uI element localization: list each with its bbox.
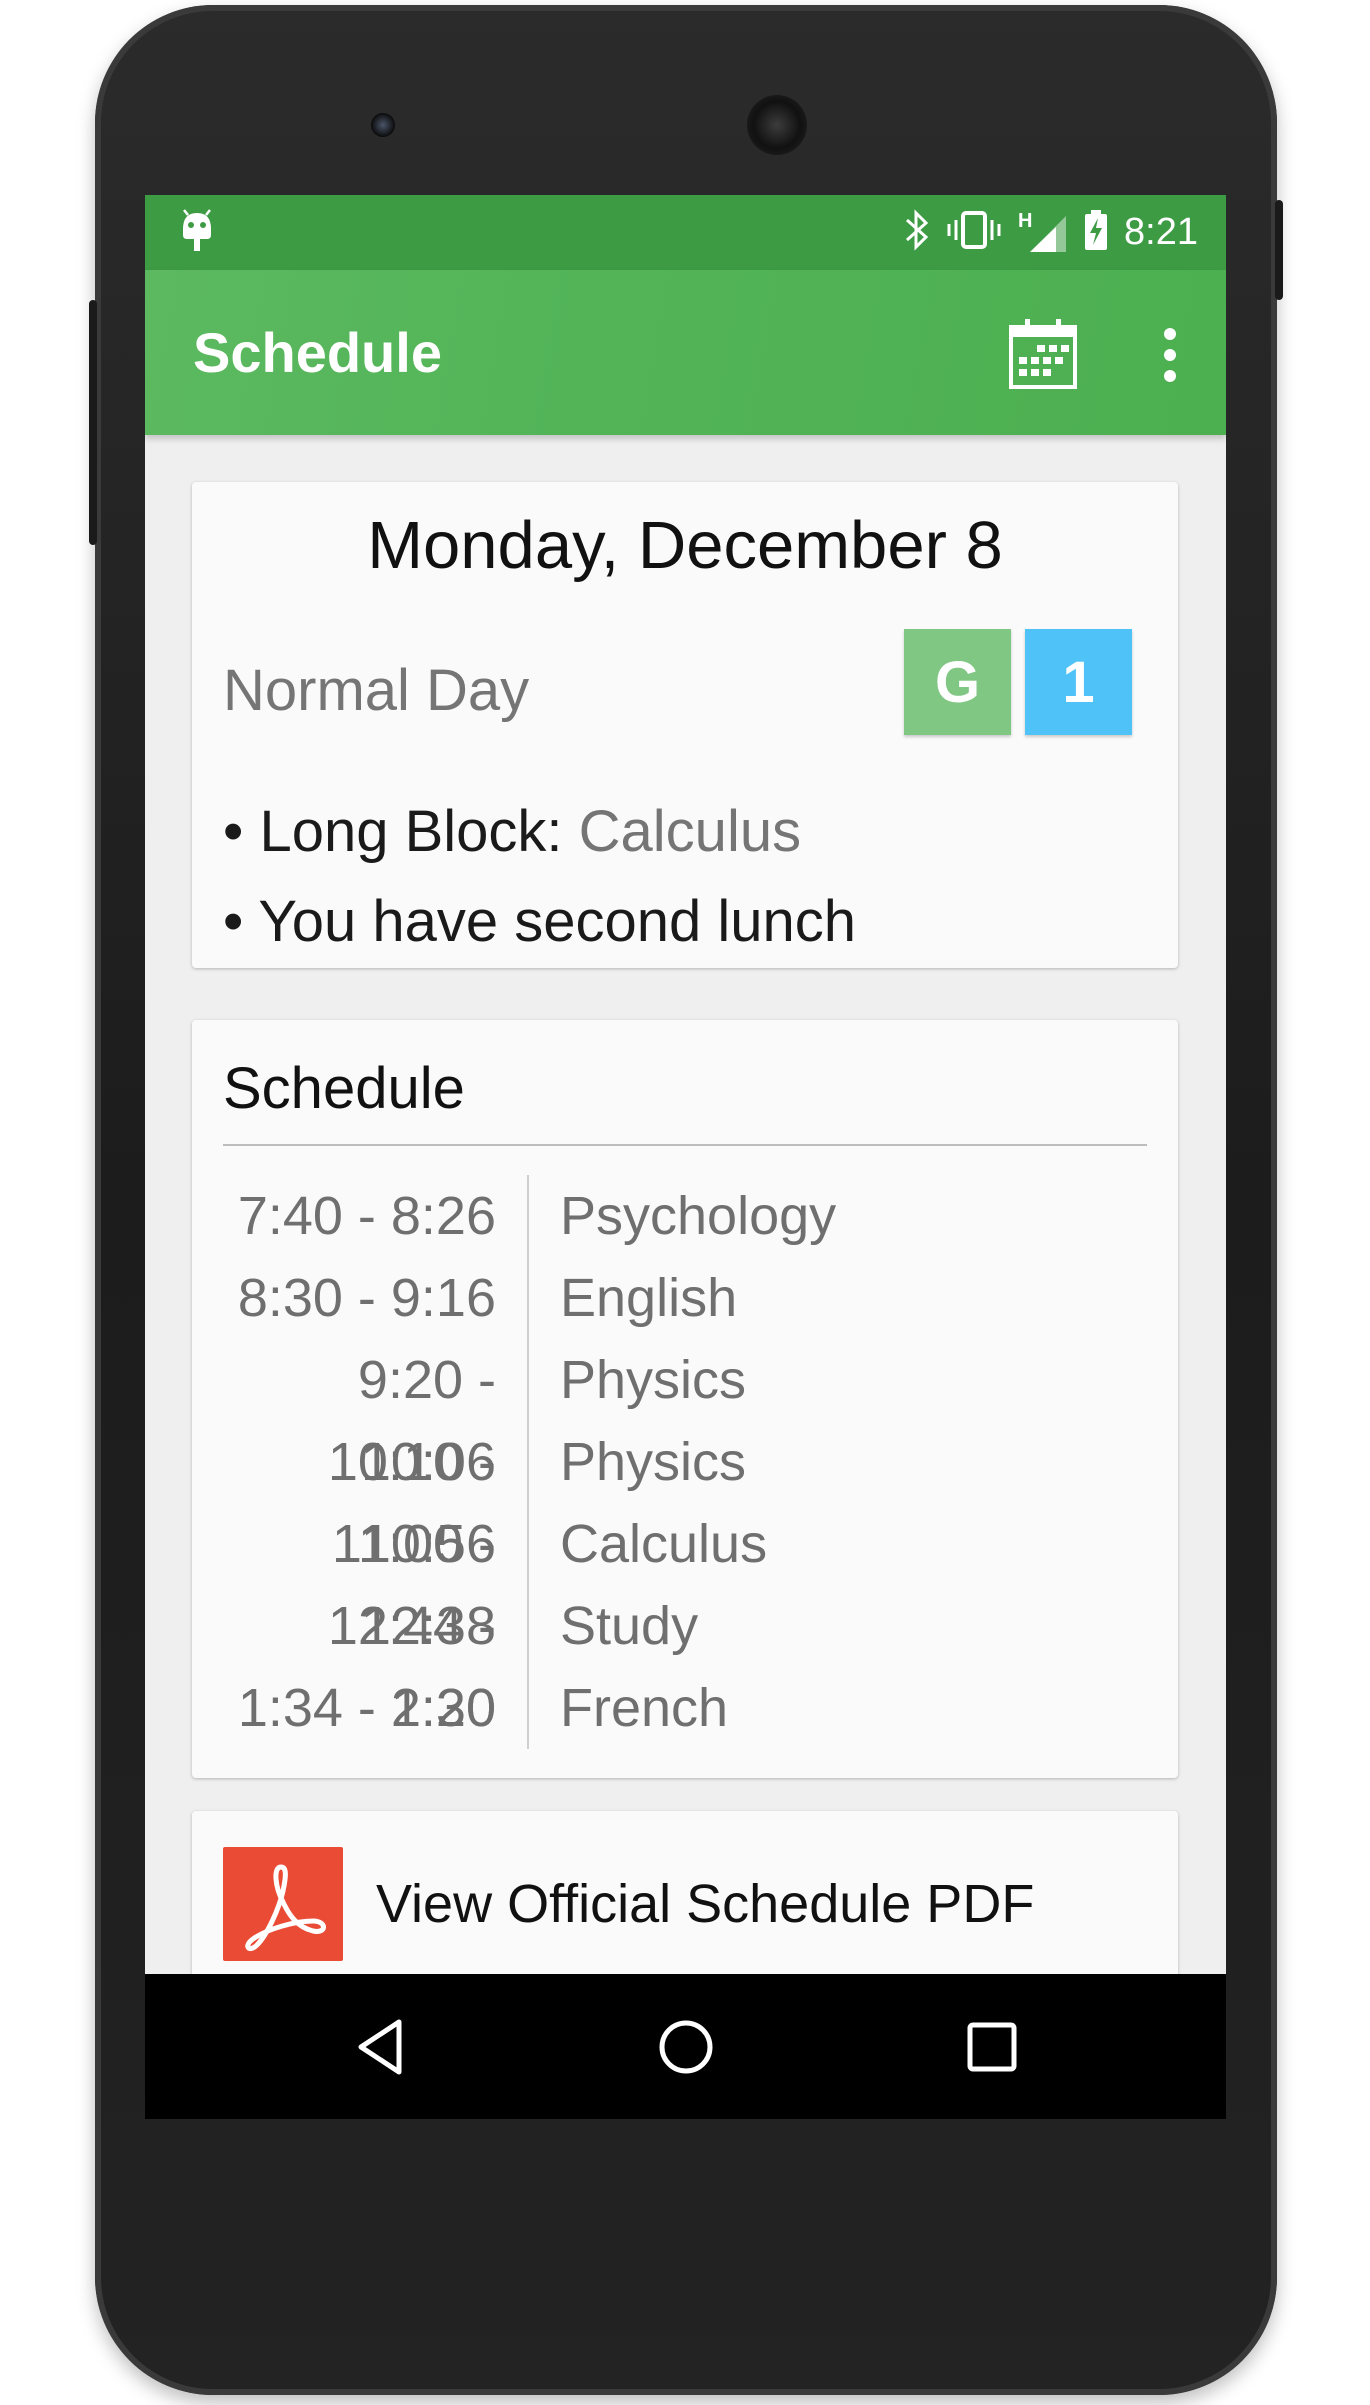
period-class: Physics — [560, 1350, 747, 1410]
android-icon — [179, 209, 215, 258]
date-heading: Monday, December 8 — [367, 508, 1003, 583]
bullet-marker: • — [223, 799, 244, 864]
battery-charging-icon — [1084, 209, 1108, 256]
recents-button[interactable] — [961, 2016, 1023, 2078]
schedule-table: 7:40 - 8:26 Psychology 8:30 - 9:16 Engli… — [223, 1175, 1147, 1749]
period-time: 1:34 - 2:20 — [223, 1667, 529, 1749]
period-time: 12:44 - 1:30 — [223, 1585, 529, 1738]
calendar-button[interactable] — [1003, 315, 1083, 395]
bluetooth-icon — [904, 209, 930, 256]
divider — [223, 1144, 1147, 1146]
period-time: 11:00 - 12:38 — [223, 1503, 529, 1656]
more-vert-dot — [1164, 349, 1176, 361]
period-time: 10:10 - 10:56 — [223, 1421, 529, 1574]
day-type-label: Normal Day — [223, 658, 530, 723]
view-pdf-label: View Official Schedule PDF — [376, 1874, 1035, 1934]
home-icon — [659, 2020, 713, 2074]
front-camera — [371, 113, 395, 137]
home-button[interactable] — [655, 2016, 717, 2078]
table-row: 7:40 - 8:26 Psychology — [223, 1175, 1147, 1257]
navigation-bar — [145, 1974, 1226, 2119]
status-clock: 8:21 — [1124, 211, 1198, 253]
period-class: Study — [560, 1596, 699, 1656]
rotation-badge: G — [904, 629, 1011, 735]
schedule-heading: Schedule — [223, 1056, 465, 1121]
table-row: 10:10 - 10:56 Physics — [223, 1421, 1147, 1574]
table-row: 9:20 - 10:06 Physics — [223, 1339, 1147, 1492]
period-class: English — [560, 1268, 738, 1328]
long-block-label: Long Block: — [259, 799, 563, 864]
power-button — [89, 300, 97, 545]
table-row: 8:30 - 9:16 English — [223, 1257, 1147, 1339]
period-class: Psychology — [560, 1186, 837, 1246]
recents-icon — [967, 2022, 1017, 2072]
table-row: 1:34 - 2:20 French — [223, 1667, 1147, 1749]
phone-screen: H 8:21 Schedule Monday, December 8 Norma… — [145, 195, 1226, 2119]
period-time: 9:20 - 10:06 — [223, 1339, 529, 1492]
bullet-marker: • — [223, 889, 244, 954]
status-bar: H 8:21 — [145, 195, 1226, 270]
more-vert-dot — [1164, 370, 1176, 382]
schedule-card: Schedule 7:40 - 8:26 Psychology 8:30 - 9… — [192, 1020, 1178, 1778]
acrobat-icon — [223, 1847, 343, 1961]
calendar-icon — [1009, 319, 1077, 389]
period-class: Physics — [560, 1432, 747, 1492]
back-button[interactable] — [351, 2016, 413, 2078]
period-time: 8:30 - 9:16 — [223, 1257, 529, 1339]
list-item: • You have second lunch — [223, 877, 856, 967]
app-title: Schedule — [193, 321, 442, 384]
network-type-label: H — [1018, 209, 1033, 232]
table-row: 11:00 - 12:38 Calculus — [223, 1503, 1147, 1656]
volume-button — [1275, 200, 1283, 300]
day-notes-list: • Long Block: Calculus • You have second… — [223, 787, 856, 967]
more-vert-icon — [1164, 328, 1176, 340]
app-bar: Schedule — [145, 270, 1226, 435]
back-icon — [358, 2019, 402, 2075]
more-options-button[interactable] — [1150, 315, 1190, 395]
period-class: Calculus — [560, 1514, 768, 1574]
lunch-note: You have second lunch — [258, 889, 857, 954]
earpiece-speaker — [747, 95, 807, 155]
day-card: Monday, December 8 Normal Day G 1 • Long… — [192, 482, 1178, 968]
list-item: • Long Block: Calculus — [223, 787, 856, 877]
light-sensor — [1085, 115, 1099, 129]
signal-icon: H — [1018, 209, 1068, 254]
period-time: 7:40 - 8:26 — [223, 1175, 529, 1257]
proximity-sensor — [1055, 115, 1069, 129]
period-class: French — [560, 1678, 729, 1738]
vibrate-icon — [946, 210, 1002, 255]
day-number-badge: 1 — [1025, 629, 1132, 735]
long-block-value: Calculus — [578, 799, 802, 864]
table-row: 12:44 - 1:30 Study — [223, 1585, 1147, 1738]
